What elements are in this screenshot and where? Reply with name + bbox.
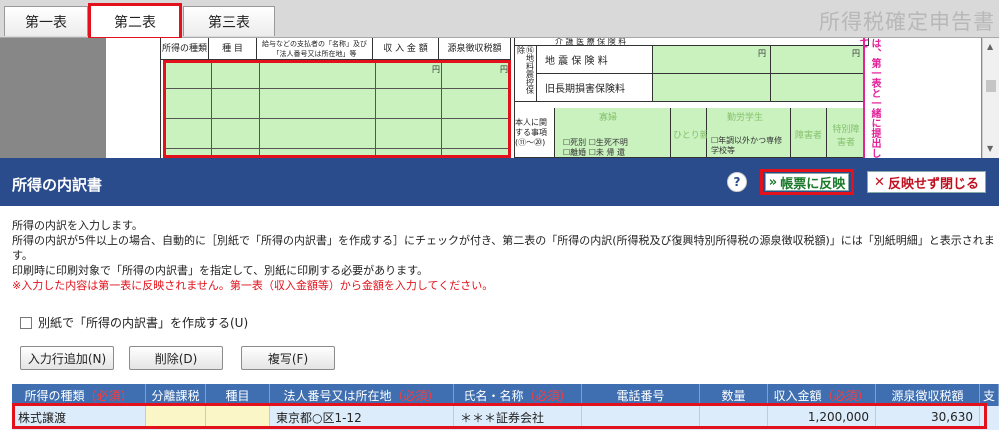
header-item: 種 目 [209, 38, 257, 60]
checkbox-icon[interactable] [20, 316, 32, 329]
close-without-reflect-button[interactable]: ✕ 反映せず閉じる [867, 171, 986, 193]
single-parent-label: ひとり親 [673, 131, 709, 141]
close-x-icon: ✕ [874, 174, 885, 190]
earthquake-side-label: ⑯地料震控保除 [515, 46, 537, 102]
section-title: 所得の内訳書 [12, 176, 103, 194]
tab-bar: 第一表 第二表 第三表 所得税確定申告書 [0, 0, 999, 39]
special-disabled-label: 特別障害者 [832, 125, 860, 148]
care-insurance-row: 介 護 医 療 保 険 料 [515, 38, 869, 46]
separate-sheet-checkbox[interactable]: 別紙で「所得の内訳書」を作成する(U) [20, 314, 248, 331]
delete-button[interactable]: 削除(D) [129, 346, 223, 370]
header-payer: 給与などの支払者の「名称」及び「法人番号又は所在地」等 [257, 38, 373, 60]
income-entry-area[interactable]: 円 円 [163, 60, 511, 158]
double-chevron-down-icon: » [768, 174, 778, 190]
scroll-thumb[interactable] [986, 80, 996, 92]
preview-scrollbar[interactable]: ▲ ▼ [982, 38, 999, 158]
tab-form2[interactable]: 第二表 [88, 3, 182, 39]
pink-separator [863, 38, 865, 158]
header-income: 収 入 金 額 [373, 38, 439, 60]
add-row-button[interactable]: 入力行追加(N) [20, 346, 114, 370]
vertical-note: は、第一表と一緒に提出して [857, 38, 880, 158]
reflect-to-form-button[interactable]: » 帳票に反映 [760, 169, 854, 195]
description: 所得の内訳を入力します。 所得の内訳が5件以上の場合、自動的に［別紙で「所得の内… [12, 218, 999, 293]
yen-label: 円 [500, 65, 508, 74]
disabled-label: 障害者 [795, 131, 823, 141]
row-highlight [12, 403, 987, 429]
app-title: 所得税確定申告書 [819, 10, 995, 34]
earthquake-input-1[interactable]: 円 [653, 46, 771, 74]
form-sheet: 所得の種類 種 目 給与などの支払者の「名称」及び「法人番号又は所在地」等 収 … [106, 38, 981, 158]
widow-label: 寡婦 [599, 113, 618, 123]
yen-label: 円 [432, 65, 440, 74]
old-longterm-input-2[interactable] [771, 74, 865, 102]
working-student-label: 勤労学生 [727, 113, 764, 123]
earthquake-label: 地 震 保 険 料 [537, 46, 653, 74]
tab-form1[interactable]: 第一表 [4, 6, 88, 36]
deduction-table: 介 護 医 療 保 険 料 ⑯地料震控保除 地 震 保 険 料 円 円 旧長期損… [514, 38, 869, 158]
scroll-up-icon[interactable]: ▲ [987, 42, 993, 51]
old-longterm-input-1[interactable] [653, 74, 771, 102]
warning-note: ※入力した内容は第一表に反映されません。第一表（収入金額等）から金額を入力してく… [12, 279, 494, 292]
old-longterm-label: 旧長期損害保険料 [537, 74, 653, 102]
excluding-income-label: ☐年調以外かつ専修学校等 [711, 136, 783, 155]
header-withholding: 源泉徴収税額 [439, 38, 511, 60]
copy-button[interactable]: 複写(F) [241, 346, 335, 370]
form-preview: 所得の種類 種 目 給与などの支払者の「名称」及び「法人番号又は所在地」等 収 … [0, 38, 999, 158]
income-breakdown-table: 所得の種類 種 目 給与などの支払者の「名称」及び「法人番号又は所在地」等 収 … [160, 38, 512, 158]
personal-side-label: 本人に関する事項(⑪〜⑳) [515, 108, 555, 158]
header-income-kind: 所得の種類 [161, 38, 209, 60]
earthquake-input-2[interactable]: 円 [771, 46, 865, 74]
app-window: 第一表 第二表 第三表 所得税確定申告書 所得の種類 種 目 給与などの支払者の… [0, 0, 999, 437]
help-icon[interactable]: ? [727, 172, 747, 192]
scroll-down-icon[interactable]: ▼ [987, 144, 993, 153]
tab-form3[interactable]: 第三表 [183, 6, 275, 36]
